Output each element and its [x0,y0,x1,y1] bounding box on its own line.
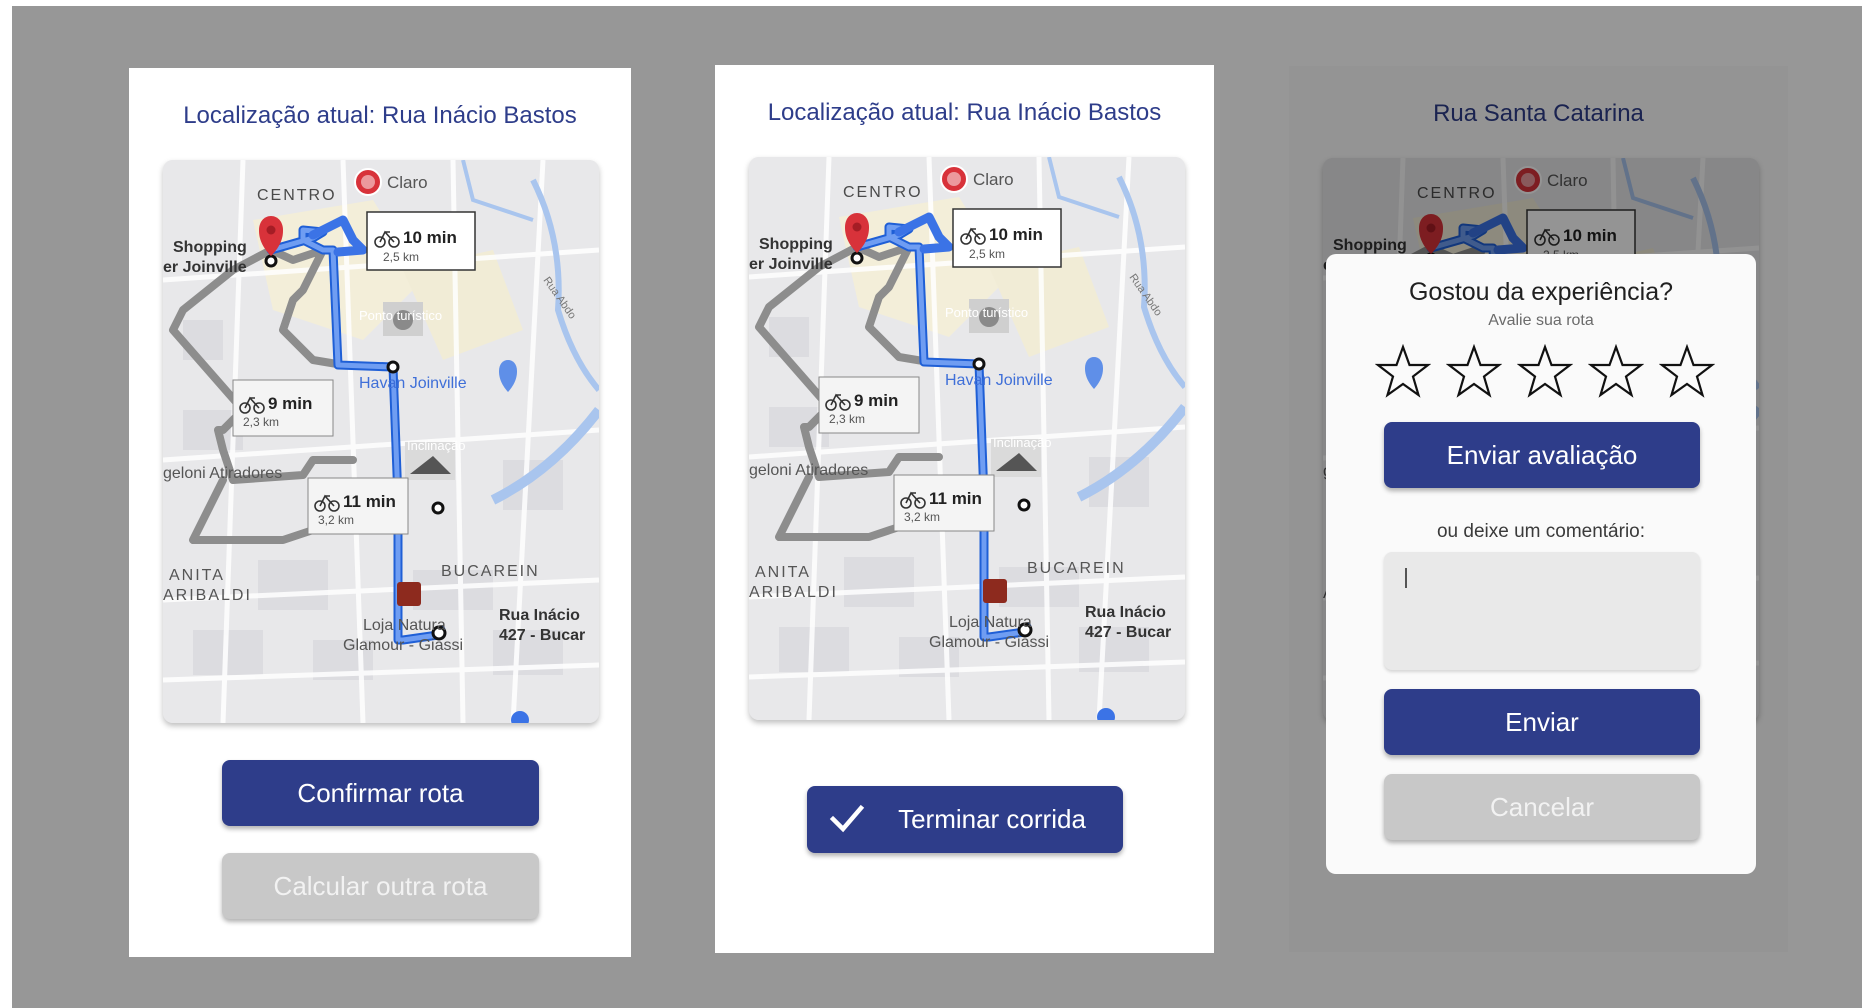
screen-rate-route: Rua Santa Catarina CENTRO Claro Shopping… [1289,66,1788,952]
route-map[interactable]: CENTRO Claro Shopping er Joinville Ponto… [749,157,1185,720]
finish-ride-label: Terminar corrida [898,804,1086,834]
star-4-icon[interactable] [1588,344,1644,400]
confirm-route-button[interactable]: Confirmar rota [222,760,539,826]
current-location-title: Localização atual: Rua Inácio Bastos [767,99,1162,126]
svg-text:2,5 km: 2,5 km [969,247,1005,261]
svg-text:Inclinação: Inclinação [407,438,466,453]
svg-text:Claro: Claro [973,170,1014,189]
svg-text:9 min: 9 min [854,391,898,410]
svg-text:CENTRO: CENTRO [843,184,923,201]
svg-text:427 - Bucar: 427 - Bucar [1085,624,1171,641]
background-stage: Localização atual: Rua Inácio Bastos CEN… [12,6,1862,1008]
svg-text:3,2 km: 3,2 km [318,513,354,527]
svg-text:10 min: 10 min [989,225,1043,244]
svg-text:CENTRO: CENTRO [257,187,337,204]
svg-text:ARIBALDI: ARIBALDI [163,587,252,604]
star-3-icon[interactable] [1517,344,1573,400]
check-icon [829,804,865,833]
star-5-icon[interactable] [1659,344,1715,400]
star-2-icon[interactable] [1446,344,1502,400]
star-1-icon[interactable] [1375,344,1431,400]
comment-textarea[interactable] [1384,552,1700,670]
cancel-button[interactable]: Cancelar [1384,774,1700,840]
svg-text:2,3 km: 2,3 km [829,412,865,426]
modal-subtitle: Avalie sua rota [1488,312,1594,329]
route-map[interactable]: CENTRO Claro Shopping er Joinville Ponto… [163,160,599,723]
finish-ride-button[interactable]: Terminar corrida [807,786,1123,853]
svg-text:BUCAREIN: BUCAREIN [441,563,540,580]
svg-text:Ponto turístico: Ponto turístico [945,305,1028,320]
svg-text:Rua Inácio: Rua Inácio [499,607,580,624]
svg-text:11 min: 11 min [343,492,396,511]
svg-text:Havan Joinville: Havan Joinville [945,372,1053,389]
send-comment-button[interactable]: Enviar [1384,689,1700,755]
star-rating [1375,344,1715,400]
calculate-other-route-button[interactable]: Calcular outra rota [222,853,539,919]
svg-text:BUCAREIN: BUCAREIN [1027,560,1126,577]
text-cursor [1405,568,1407,588]
current-location-title: Localização atual: Rua Inácio Bastos [183,102,577,129]
svg-text:Inclinação: Inclinação [993,435,1052,450]
svg-text:Shopping: Shopping [173,239,247,256]
svg-text:Claro: Claro [387,173,428,192]
svg-text:er Joinville: er Joinville [749,256,833,273]
svg-text:10 min: 10 min [403,228,457,247]
svg-text:Havan Joinville: Havan Joinville [359,375,467,392]
screen-route-preview: Localização atual: Rua Inácio Bastos CEN… [129,68,631,957]
comment-prompt: ou deixe um comentário: [1436,521,1646,542]
svg-text:Ponto turístico: Ponto turístico [359,308,442,323]
svg-text:ANITA: ANITA [169,567,225,584]
svg-text:9 min: 9 min [268,394,312,413]
svg-text:geloni Atiradores: geloni Atiradores [749,462,868,479]
svg-text:Glamour - Giassi: Glamour - Giassi [929,634,1049,651]
svg-text:3,2 km: 3,2 km [904,510,940,524]
svg-text:Rua Inácio: Rua Inácio [1085,604,1166,621]
svg-text:11 min: 11 min [929,489,982,508]
svg-text:Glamour - Giassi: Glamour - Giassi [343,637,463,654]
send-rating-button[interactable]: Enviar avaliação [1384,422,1700,488]
svg-text:er Joinville: er Joinville [163,259,247,276]
svg-text:ARIBALDI: ARIBALDI [749,584,838,601]
svg-text:Loja Natura: Loja Natura [949,614,1032,631]
svg-text:427 - Bucar: 427 - Bucar [499,627,585,644]
rating-modal: Gostou da experiência? Avalie sua rota E… [1326,254,1756,874]
svg-text:2,3 km: 2,3 km [243,415,279,429]
screen-ride-in-progress: Localização atual: Rua Inácio Bastos CEN… [715,65,1214,953]
svg-text:Shopping: Shopping [759,236,833,253]
svg-text:Loja Natura: Loja Natura [363,617,446,634]
svg-text:ANITA: ANITA [755,564,811,581]
svg-text:2,5 km: 2,5 km [383,250,419,264]
svg-text:geloni Atiradores: geloni Atiradores [163,465,282,482]
modal-title: Gostou da experiência? [1408,278,1674,306]
